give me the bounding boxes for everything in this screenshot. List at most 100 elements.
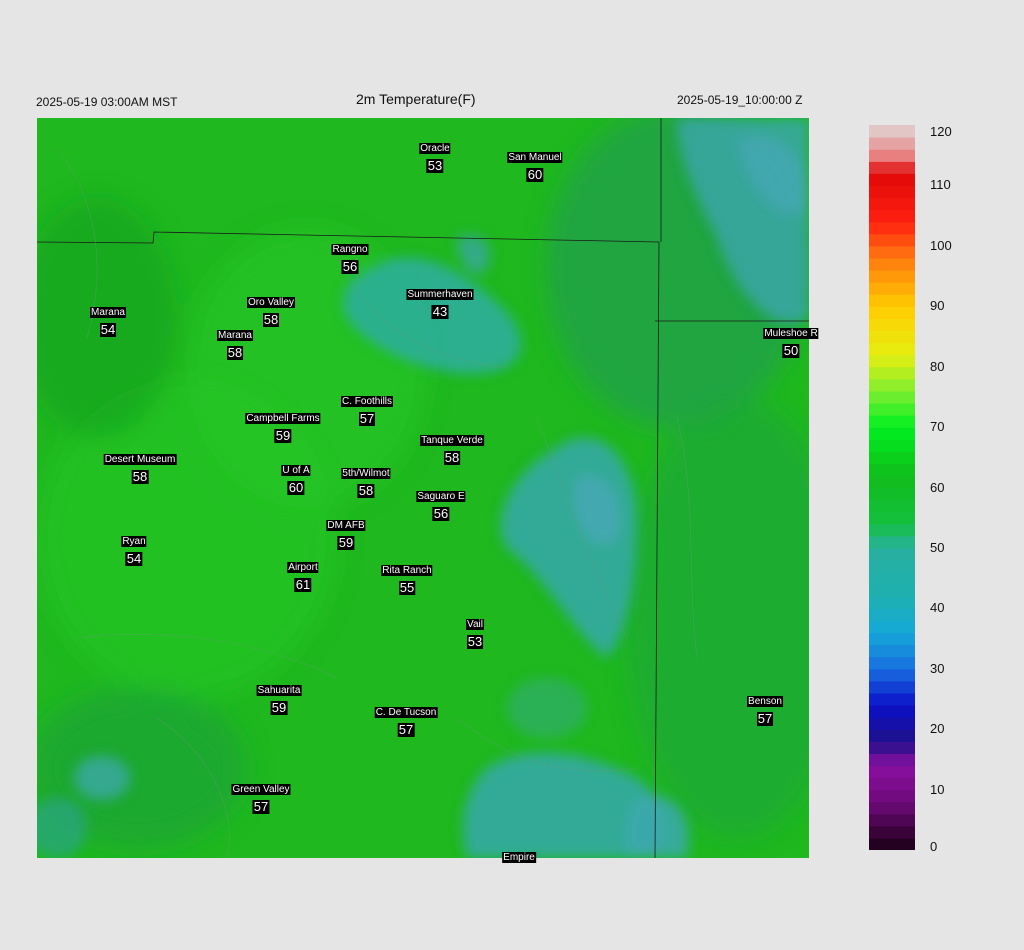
station-name: C. Foothills bbox=[340, 396, 394, 407]
station-temperature: 43 bbox=[431, 304, 449, 319]
station-temperature: 55 bbox=[398, 580, 416, 595]
station-temperature: 59 bbox=[270, 700, 288, 715]
station-temperature: 53 bbox=[426, 158, 444, 173]
colorbar-tick-label: 70 bbox=[930, 419, 945, 435]
colorbar-band bbox=[869, 306, 915, 319]
colorbar-band bbox=[869, 390, 915, 404]
station-temperature: 60 bbox=[287, 480, 305, 495]
colorbar-band bbox=[869, 197, 915, 211]
station-temperature: 50 bbox=[782, 343, 800, 358]
colorbar-band bbox=[869, 789, 915, 803]
colorbar-tick-label: 110 bbox=[930, 177, 951, 193]
station-marker: Muleshoe R 50 bbox=[763, 323, 819, 358]
station-name: Tanque Verde bbox=[420, 435, 484, 446]
station-marker: Summerhaven 43 bbox=[406, 284, 474, 319]
colorbar-band bbox=[869, 270, 915, 283]
colorbar-band bbox=[869, 837, 915, 850]
colorbar-band bbox=[869, 813, 915, 827]
colorbar-band bbox=[869, 378, 915, 392]
station-name: San Manuel bbox=[507, 152, 563, 163]
station-name: C. De Tucson bbox=[374, 707, 438, 718]
utc-time-label: 2025-05-19_10:00:00 Z bbox=[677, 93, 803, 107]
local-time-label: 2025-05-19 03:00AM MST bbox=[36, 95, 178, 109]
station-marker: U of A 60 bbox=[281, 460, 311, 495]
station-marker: Vail 53 bbox=[466, 614, 484, 649]
station-temperature: 54 bbox=[99, 322, 117, 337]
colorbar-band bbox=[869, 245, 915, 259]
colorbar-band bbox=[869, 173, 915, 187]
colorbar-tick-label: 20 bbox=[930, 721, 945, 737]
colorbar-band bbox=[869, 233, 915, 247]
station-temperature: 53 bbox=[466, 634, 484, 649]
station-marker: Sahuarita 59 bbox=[256, 680, 302, 715]
colorbar-tick-label: 90 bbox=[930, 298, 945, 314]
station-name: Rangno bbox=[331, 244, 369, 255]
station-marker: Ryan 54 bbox=[121, 531, 147, 566]
station-temperature: 56 bbox=[341, 259, 359, 274]
colorbar-band bbox=[869, 282, 915, 295]
station-name: Empire bbox=[502, 852, 536, 863]
colorbar-band bbox=[869, 185, 915, 199]
colorbar-band bbox=[869, 596, 915, 609]
colorbar-band bbox=[869, 572, 915, 585]
station-marker: Benson 57 bbox=[747, 691, 783, 726]
colorbar-band bbox=[869, 161, 915, 174]
colorbar-band bbox=[869, 342, 915, 356]
station-temperature: 54 bbox=[125, 551, 143, 566]
station-name: DM AFB bbox=[326, 520, 366, 531]
station-marker: 5th/Wilmot 58 bbox=[341, 463, 391, 498]
station-temperature: 58 bbox=[262, 312, 280, 327]
colorbar-band bbox=[869, 439, 915, 452]
station-name: Oracle bbox=[419, 143, 451, 154]
colorbar-band bbox=[869, 427, 915, 440]
station-temperature: 59 bbox=[337, 535, 355, 550]
station-marker: Oro Valley 58 bbox=[247, 292, 295, 327]
colorbar-band bbox=[869, 729, 915, 742]
station-name: Airport bbox=[287, 562, 319, 573]
station-marker: Saguaro E 56 bbox=[416, 486, 466, 521]
colorbar-band bbox=[869, 753, 915, 767]
station-marker: Desert Museum 58 bbox=[103, 449, 177, 484]
colorbar-band bbox=[869, 125, 915, 138]
colorbar-band bbox=[869, 584, 915, 597]
colorbar-band bbox=[869, 511, 915, 525]
station-marker: C. Foothills 57 bbox=[340, 391, 394, 426]
station-name: Benson bbox=[747, 696, 783, 707]
colorbar-band bbox=[869, 644, 915, 658]
station-name: Saguaro E bbox=[416, 491, 466, 502]
colorbar-band bbox=[869, 318, 915, 332]
colorbar-band bbox=[869, 656, 915, 670]
colorbar-band bbox=[869, 366, 915, 380]
colorbar-band bbox=[869, 209, 915, 223]
station-marker: Airport 61 bbox=[287, 557, 319, 592]
colorbar-band bbox=[869, 354, 915, 368]
colorbar-band bbox=[869, 294, 915, 307]
colorbar-band bbox=[869, 402, 915, 416]
station-name: Sahuarita bbox=[256, 685, 302, 696]
colorbar-tick-label: 100 bbox=[930, 237, 952, 253]
station-marker: Rita Ranch 55 bbox=[381, 560, 433, 595]
colorbar-band bbox=[869, 608, 915, 622]
station-marker: Green Valley 57 bbox=[231, 779, 291, 814]
map-title: 2m Temperature(F) bbox=[356, 91, 476, 107]
station-marker: Empire bbox=[502, 847, 536, 865]
station-name: Rita Ranch bbox=[381, 565, 433, 576]
colorbar-band bbox=[869, 415, 915, 428]
colorbar-band bbox=[869, 680, 915, 694]
station-temperature: 57 bbox=[358, 411, 376, 426]
colorbar-band bbox=[869, 547, 915, 561]
colorbar-band bbox=[869, 330, 915, 344]
station-marker: C. De Tucson 57 bbox=[374, 702, 438, 737]
colorbar-band bbox=[869, 463, 915, 477]
station-name: Vail bbox=[466, 619, 484, 630]
station-marker: Marana 54 bbox=[90, 302, 126, 337]
station-name: Green Valley bbox=[231, 784, 291, 795]
station-name: Ryan bbox=[121, 536, 147, 547]
colorbar-band bbox=[869, 765, 915, 779]
colorbar-band bbox=[869, 257, 915, 271]
station-marker: San Manuel 60 bbox=[507, 147, 563, 182]
colorbar-band bbox=[869, 487, 915, 501]
colorbar-tick-label: 60 bbox=[930, 479, 945, 495]
station-marker: Tanque Verde 58 bbox=[420, 430, 484, 465]
station-marker: Campbell Farms 59 bbox=[245, 408, 321, 443]
